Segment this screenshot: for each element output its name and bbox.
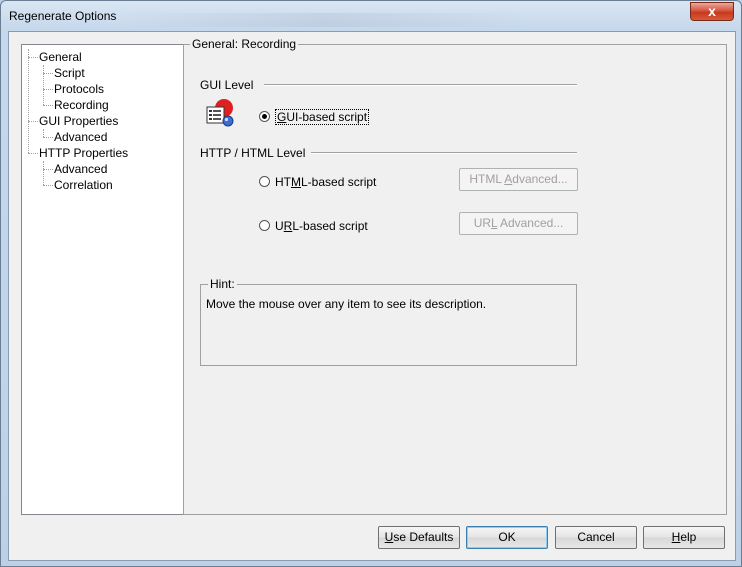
- label-part: elp: [680, 530, 697, 544]
- gui-level-label: GUI Level: [200, 78, 260, 92]
- label-part: se Defaults: [393, 530, 454, 544]
- label-part: HT: [275, 175, 291, 189]
- tree-item-script[interactable]: Script: [54, 66, 85, 80]
- gui-script-icon: [206, 99, 234, 127]
- tree-connector: [43, 105, 53, 106]
- title-bar[interactable]: Regenerate Options x: [1, 1, 741, 31]
- tree-connector: [28, 153, 38, 154]
- tree-connector: [28, 49, 29, 153]
- tree-item-http-properties[interactable]: HTTP Properties: [39, 146, 128, 160]
- options-tree[interactable]: General Script Protocols Recording GUI P…: [21, 44, 184, 515]
- tree-connector: [43, 185, 53, 186]
- tree-connector: [43, 73, 53, 74]
- label-part: UR: [473, 216, 492, 230]
- label-part: L-based script: [292, 219, 368, 233]
- tree-item-recording[interactable]: Recording: [54, 98, 109, 112]
- url-advanced-button[interactable]: URL Advanced...: [459, 212, 578, 235]
- gui-based-script-radio[interactable]: [259, 111, 270, 122]
- tree-connector: [28, 121, 38, 122]
- tree-connector: [43, 65, 44, 105]
- http-level-divider: [304, 152, 577, 154]
- hint-text: Move the mouse over any item to see its …: [206, 297, 487, 311]
- label-part: U: [275, 219, 284, 233]
- tree-item-gui-advanced[interactable]: Advanced: [54, 130, 107, 144]
- settings-panel: General: Recording GUI Level GUI-based s…: [183, 37, 727, 515]
- window-title: Regenerate Options: [9, 9, 117, 23]
- tree-item-correlation[interactable]: Correlation: [54, 178, 113, 192]
- tree-item-http-advanced[interactable]: Advanced: [54, 162, 107, 176]
- dialog-window: Regenerate Options x General Script Prot…: [0, 0, 742, 567]
- cancel-button[interactable]: Cancel: [555, 526, 637, 549]
- panel-title: General: Recording: [190, 37, 299, 51]
- label-part: dvanced...: [512, 172, 568, 186]
- help-button[interactable]: Help: [643, 526, 725, 549]
- label-part: L-based script: [301, 175, 377, 189]
- tree-connector: [43, 129, 44, 137]
- http-level-label: HTTP / HTML Level: [200, 146, 312, 160]
- use-defaults-button[interactable]: Use Defaults: [378, 526, 460, 549]
- tree-item-gui-properties[interactable]: GUI Properties: [39, 114, 118, 128]
- mnemonic: G: [277, 110, 287, 124]
- title-bar-glass: [121, 13, 531, 27]
- tree-item-general[interactable]: General: [39, 50, 82, 64]
- html-based-script-radio[interactable]: [259, 176, 270, 187]
- mnemonic: M: [291, 175, 301, 189]
- tree-connector: [43, 137, 53, 138]
- ok-button[interactable]: OK: [466, 526, 548, 549]
- hint-groupbox: Hint: Move the mouse over any item to se…: [200, 277, 577, 366]
- close-button[interactable]: x: [690, 2, 734, 21]
- label-part: Advanced...: [497, 216, 564, 230]
- dialog-client-area: General Script Protocols Recording GUI P…: [8, 31, 736, 561]
- gui-level-divider: [264, 84, 577, 86]
- html-based-script-label[interactable]: HTML-based script: [275, 175, 376, 189]
- gui-based-script-label[interactable]: GUI-based script: [275, 109, 370, 125]
- label-part: HTML: [469, 172, 505, 186]
- url-based-script-radio[interactable]: [259, 220, 270, 231]
- html-advanced-button[interactable]: HTML Advanced...: [459, 168, 578, 191]
- tree-item-protocols[interactable]: Protocols: [54, 82, 104, 96]
- label-part: UI-based script: [286, 110, 368, 124]
- tree-connector: [43, 161, 44, 185]
- tree-connector: [43, 89, 53, 90]
- hint-title: Hint:: [208, 277, 237, 291]
- url-based-script-label[interactable]: URL-based script: [275, 219, 368, 233]
- tree-connector: [43, 169, 53, 170]
- focus-indicator: GUI-based script: [275, 109, 370, 125]
- mnemonic: U: [384, 530, 394, 544]
- tree-connector: [28, 57, 38, 58]
